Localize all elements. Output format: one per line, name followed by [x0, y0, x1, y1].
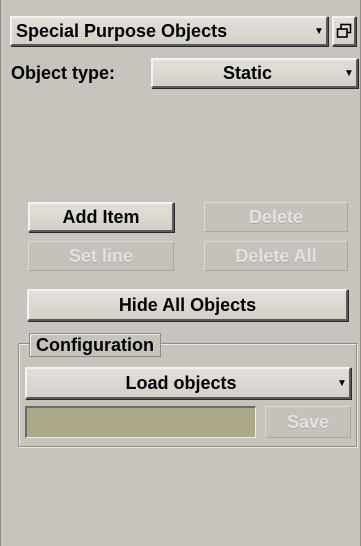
object-type-dropdown[interactable]: Static ▼ — [151, 58, 358, 88]
undock-window-button[interactable] — [332, 16, 356, 46]
load-objects-dropdown[interactable]: Load objects ▼ — [25, 367, 351, 399]
window-restore-icon — [336, 23, 352, 38]
panel-selector-label: Special Purpose Objects — [16, 20, 228, 41]
object-type-value: Static — [222, 62, 273, 83]
save-button[interactable]: Save — [265, 406, 351, 438]
chevron-down-icon: ▼ — [337, 377, 347, 389]
delete-all-button[interactable]: Delete All — [204, 241, 348, 271]
configuration-name-field[interactable] — [25, 406, 256, 438]
object-type-label: Object type: — [11, 62, 116, 83]
delete-button[interactable]: Delete — [204, 202, 348, 232]
chevron-down-icon: ▼ — [344, 67, 354, 79]
panel-selector-dropdown[interactable]: Special Purpose Objects ▼ — [10, 16, 328, 46]
chevron-down-icon: ▼ — [314, 25, 324, 37]
special-objects-panel: Special Purpose Objects ▼ Object type: S… — [0, 0, 361, 546]
hide-all-objects-button[interactable]: Hide All Objects — [27, 289, 348, 321]
load-objects-label: Load objects — [125, 372, 237, 393]
add-item-button[interactable]: Add Item — [28, 202, 174, 232]
configuration-title: Configuration — [29, 333, 161, 357]
set-line-button[interactable]: Set line — [28, 241, 174, 271]
